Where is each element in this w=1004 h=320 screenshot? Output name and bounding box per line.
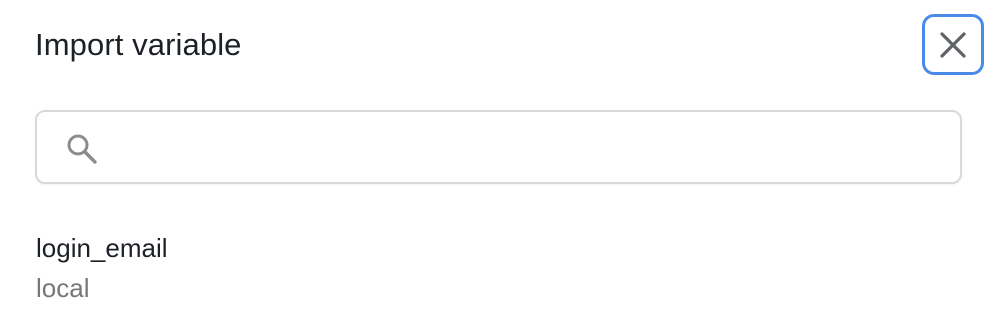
import-variable-dialog: Import variable login_email local bbox=[0, 0, 1004, 320]
variable-list-item[interactable]: login_email local bbox=[36, 228, 962, 308]
dialog-title: Import variable bbox=[35, 27, 242, 62]
search-icon bbox=[67, 134, 97, 164]
close-button[interactable] bbox=[922, 14, 984, 75]
variable-name: login_email bbox=[36, 233, 168, 263]
close-icon bbox=[940, 31, 966, 58]
variable-scope: local bbox=[36, 273, 90, 303]
search-field[interactable] bbox=[35, 110, 962, 184]
search-input[interactable] bbox=[105, 118, 949, 178]
